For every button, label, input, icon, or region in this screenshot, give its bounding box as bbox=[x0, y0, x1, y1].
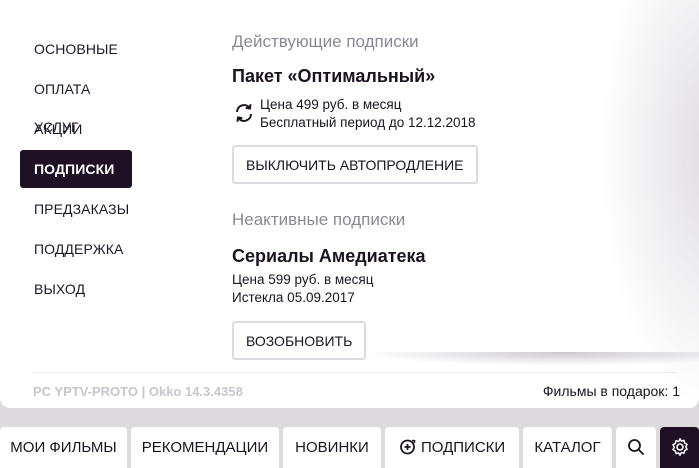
content-shadow bbox=[360, 352, 699, 366]
disable-autorenew-button[interactable]: ВЫКЛЮЧИТЬ АВТОПРОДЛЕНИЕ bbox=[232, 145, 478, 184]
active-package-details: Цена 499 руб. в месяц Бесплатный период … bbox=[232, 96, 652, 132]
search-icon bbox=[627, 428, 645, 468]
nav-catalog[interactable]: КАТАЛОГ bbox=[523, 427, 612, 468]
inactive-package-expired: Истекла 05.09.2017 bbox=[232, 290, 355, 305]
active-package-name: Пакет «Оптимальный» bbox=[232, 66, 436, 86]
nav-my-films[interactable]: МОИ ФИЛЬМЫ bbox=[0, 427, 127, 468]
renew-icon bbox=[232, 96, 260, 130]
inactive-package-price: Цена 599 руб. в месяц bbox=[232, 272, 374, 287]
settings-panel: ОСНОВНЫЕ ОПЛАТА УСЛУГ АКЦИИ ПОДПИСКИ ПРЕ… bbox=[0, 0, 699, 408]
renew-subscription-button[interactable]: ВОЗОБНОВИТЬ bbox=[232, 321, 367, 360]
nav-settings[interactable] bbox=[660, 427, 699, 468]
menu-item-payment[interactable]: ОПЛАТА УСЛУГ bbox=[20, 70, 132, 135]
gift-films-counter: Фильмы в подарок: 1 bbox=[542, 383, 680, 399]
inactive-subscriptions-title: Неактивные подписки bbox=[232, 210, 406, 229]
settings-menu: ОСНОВНЫЕ ОПЛАТА УСЛУГ АКЦИИ ПОДПИСКИ ПРЕ… bbox=[20, 30, 132, 310]
subscriptions-content: Действующие подписки Пакет «Оптимальный»… bbox=[232, 32, 652, 360]
nav-new[interactable]: НОВИНКИ bbox=[283, 427, 381, 468]
menu-item-main[interactable]: ОСНОВНЫЕ bbox=[20, 30, 132, 68]
inactive-package-name: Сериалы Амедиатека bbox=[232, 246, 426, 266]
active-package-price: Цена 499 руб. в месяц bbox=[260, 97, 402, 112]
menu-item-logout[interactable]: ВЫХОД bbox=[20, 270, 132, 308]
nav-search[interactable] bbox=[616, 427, 656, 468]
subscriptions-plus-icon bbox=[399, 428, 417, 468]
menu-item-support[interactable]: ПОДДЕРЖКА bbox=[20, 230, 132, 268]
nav-recommendations[interactable]: РЕКОМЕНДАЦИИ bbox=[131, 427, 279, 468]
active-subscriptions-title: Действующие подписки bbox=[232, 32, 419, 51]
active-package-trial: Бесплатный период до 12.12.2018 bbox=[260, 115, 476, 130]
bottom-nav: МОИ ФИЛЬМЫ РЕКОМЕНДАЦИИ НОВИНКИ ПОДПИСКИ… bbox=[0, 427, 699, 468]
nav-subscriptions-label: ПОДПИСКИ bbox=[420, 439, 506, 456]
version-label: PC YPTV-PROTO | Okko 14.3.4358 bbox=[33, 384, 243, 399]
nav-subscriptions[interactable]: ПОДПИСКИ bbox=[385, 427, 519, 468]
footer-divider bbox=[32, 372, 677, 373]
inactive-package-details: Цена 599 руб. в месяц Истекла 05.09.2017 bbox=[232, 271, 652, 307]
menu-item-promotions[interactable]: АКЦИИ bbox=[20, 110, 132, 148]
menu-item-preorders[interactable]: ПРЕДЗАКАЗЫ bbox=[20, 190, 132, 228]
menu-item-subscriptions[interactable]: ПОДПИСКИ bbox=[20, 150, 132, 188]
active-package-text: Цена 499 руб. в месяц Бесплатный период … bbox=[260, 96, 476, 132]
gear-icon bbox=[670, 428, 690, 468]
